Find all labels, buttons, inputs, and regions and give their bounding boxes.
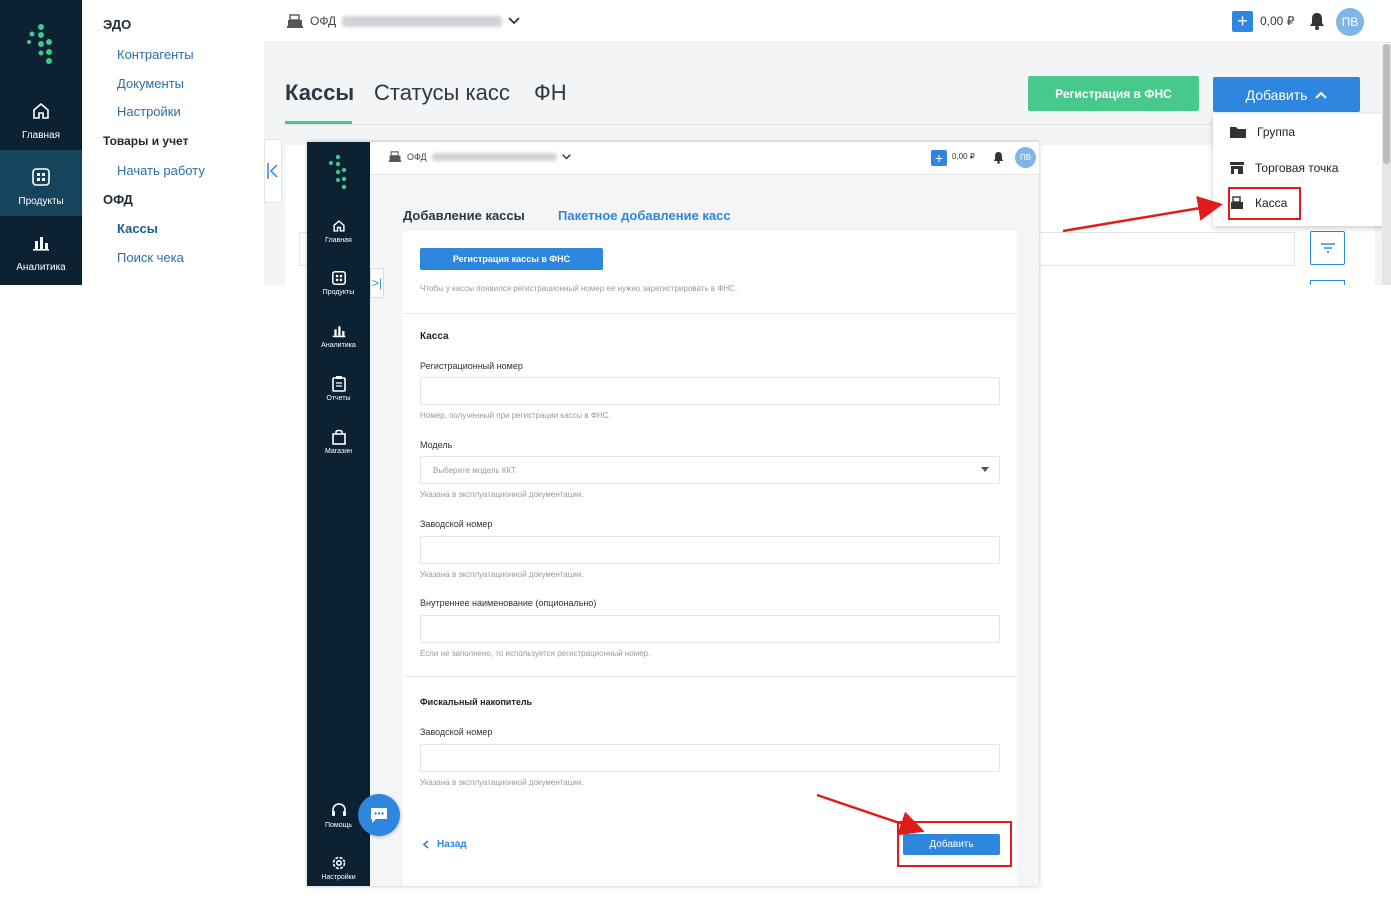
annotation-arrows	[816, 195, 1223, 836]
arrow-to-submit	[816, 793, 925, 836]
arrow-to-kassa-menu	[1062, 195, 1223, 233]
